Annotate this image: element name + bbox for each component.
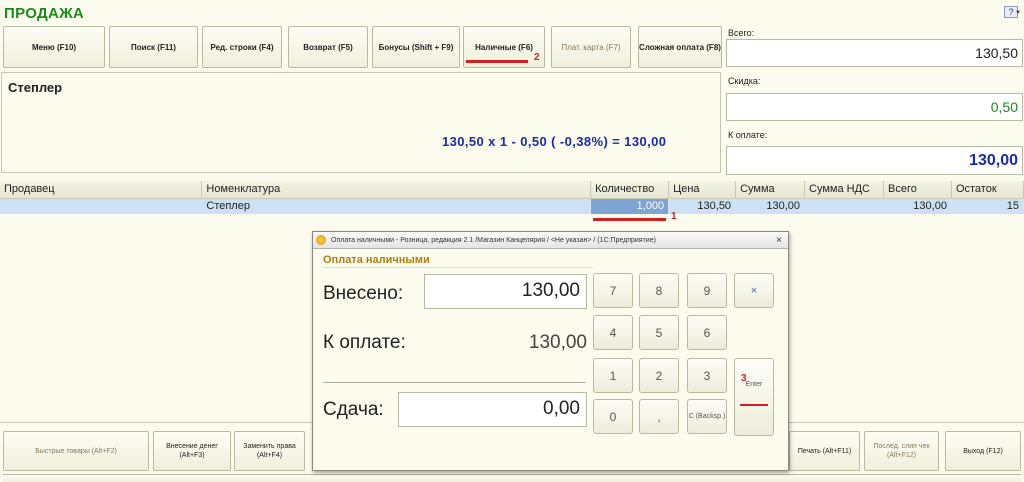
cell-vat[interactable] [804, 198, 884, 214]
column-header-sum[interactable]: Сумма [735, 181, 806, 199]
key-0[interactable]: 0 [593, 399, 633, 434]
quick-goods-button[interactable]: Быстрые товары (Alt+F2) [3, 431, 149, 471]
due-label: К оплате: [728, 130, 768, 140]
annotation-underline [466, 60, 528, 63]
cell-total[interactable]: 130,00 [883, 198, 952, 214]
key-1[interactable]: 1 [593, 358, 633, 393]
cell-price[interactable]: 130,50 [668, 198, 737, 214]
column-header-qty[interactable]: Количество [590, 181, 670, 199]
search-button[interactable]: Поиск (F11) [109, 26, 198, 68]
change-label: Сдача: [323, 399, 384, 420]
key-8[interactable]: 8 [639, 273, 679, 308]
paid-input[interactable]: 130,00 [424, 274, 587, 309]
cell-seller[interactable] [0, 198, 203, 214]
column-header-price[interactable]: Цена [668, 181, 737, 199]
key-decimal[interactable]: , [639, 399, 679, 434]
key-7[interactable]: 7 [593, 273, 633, 308]
annotation-number: 2 [534, 52, 540, 63]
table-row[interactable]: Степлер 1,000 130,50 130,00 130,00 15 [0, 198, 1024, 214]
column-header-item[interactable]: Номенклатура [201, 181, 592, 199]
key-4[interactable]: 4 [593, 315, 633, 350]
chevron-down-icon[interactable]: ▼ [1015, 10, 1021, 16]
close-icon[interactable]: × [776, 235, 782, 246]
dialog-divider [323, 382, 586, 383]
change-rights-button[interactable]: Заменить права (Alt+F4) [234, 431, 305, 471]
heading-divider [323, 267, 593, 268]
key-9[interactable]: 9 [687, 273, 727, 308]
exit-button[interactable]: Выход (F12) [945, 431, 1021, 471]
backspace-button[interactable]: C (Backsp.) [687, 399, 727, 434]
product-info-panel [1, 72, 721, 173]
column-header-vat[interactable]: Сумма НДС [804, 181, 884, 199]
product-name: Степлер [8, 80, 63, 95]
key-5[interactable]: 5 [639, 315, 679, 350]
discount-field: 0,50 [726, 93, 1023, 121]
cash-payment-dialog: Оплата наличными - Розница, редакция 2.1… [312, 231, 789, 471]
due-value: 130,00 [528, 332, 587, 353]
menu-button[interactable]: Меню (F10) [3, 26, 105, 68]
price-formula: 130,50 x 1 - 0,50 ( -0,38%) = 130,00 [442, 134, 667, 149]
cell-stock[interactable]: 15 [951, 198, 1024, 214]
enter-button[interactable]: Enter [734, 358, 774, 436]
column-header-total[interactable]: Всего [883, 181, 952, 199]
return-button[interactable]: Возврат (F5) [288, 26, 368, 68]
discount-label: Скидка: [728, 76, 761, 86]
items-table: Продавец Номенклатура Количество Цена Су… [0, 181, 1024, 214]
last-slip-button[interactable]: Послед. слип чек (Alt+F12) [864, 431, 939, 471]
due-label: К оплате: [323, 332, 406, 353]
bonus-button[interactable]: Бонусы (Shift + F9) [372, 26, 460, 68]
annotation-number: 3 [741, 373, 747, 384]
column-header-stock[interactable]: Остаток [951, 181, 1024, 199]
annotation-number: 1 [671, 211, 677, 222]
dialog-titlebar[interactable]: Оплата наличными - Розница, редакция 2.1… [313, 232, 788, 249]
print-button[interactable]: Печать (Alt+F11) [789, 431, 860, 471]
cell-sum[interactable]: 130,00 [735, 198, 806, 214]
due-field: 130,00 [726, 146, 1023, 175]
edit-line-button[interactable]: Ред. строки (F4) [202, 26, 282, 68]
key-2[interactable]: 2 [639, 358, 679, 393]
paid-label: Внесено: [323, 283, 404, 304]
column-header-seller[interactable]: Продавец [0, 181, 203, 199]
change-field: 0,00 [398, 392, 587, 427]
dialog-heading: Оплата наличными [323, 254, 430, 266]
complex-payment-button[interactable]: Сложная оплата (F8) [638, 26, 722, 68]
key-3[interactable]: 3 [687, 358, 727, 393]
total-label: Всего: [728, 28, 755, 38]
cell-qty[interactable]: 1,000 [590, 198, 670, 214]
cash-in-button[interactable]: Внесение денег (Alt+F3) [153, 431, 231, 471]
annotation-underline [593, 218, 666, 221]
dialog-window-title: Оплата наличными - Розница, редакция 2.1… [331, 236, 656, 244]
card-payment-button[interactable]: Плат. карта (F7) [551, 26, 631, 68]
annotation-underline [740, 404, 768, 406]
clear-icon[interactable]: × [734, 273, 774, 308]
app-logo-icon [316, 235, 326, 245]
key-6[interactable]: 6 [687, 315, 727, 350]
cell-item[interactable]: Степлер [201, 198, 592, 214]
total-field: 130,50 [726, 39, 1023, 67]
bottom-buttons-row-2 [3, 474, 1021, 482]
page-title: ПРОДАЖА [4, 5, 85, 22]
